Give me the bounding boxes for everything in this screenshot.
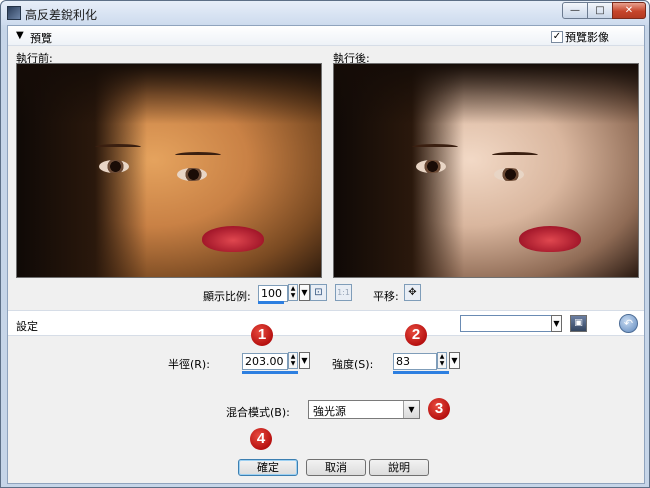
- lips: [202, 226, 264, 252]
- show-preview-checkbox[interactable]: ✓: [551, 31, 563, 43]
- save-preset-button[interactable]: ▣: [570, 315, 587, 332]
- step-badge-3: 3: [428, 398, 450, 420]
- blend-mode-select[interactable]: 強光源 ▼: [308, 400, 420, 419]
- pan-label: 平移:: [373, 290, 399, 303]
- hair-top-shadow: [17, 64, 321, 124]
- show-preview-label: 預覽影像: [565, 31, 609, 44]
- spin-up-icon[interactable]: ▲: [438, 353, 446, 360]
- left-brow: [95, 144, 141, 150]
- close-button[interactable]: ✕: [612, 2, 646, 19]
- dialog-client-area: ▼ 預覽 ✓ 預覽影像 執行前: 執行後: 顯示比例: 100 ▲ ▼ ▼ ⊡ …: [7, 25, 645, 484]
- strength-label: 強度(S):: [332, 358, 374, 371]
- app-icon: [7, 6, 21, 20]
- fit-to-window-icon: ⊡: [314, 287, 323, 298]
- ok-button[interactable]: 確定: [238, 459, 298, 476]
- radius-spinner[interactable]: ▲ ▼: [288, 352, 298, 369]
- blend-mode-label: 混合模式(B):: [226, 406, 290, 419]
- reset-icon: ↶: [623, 317, 634, 330]
- preview-header: ▼ 預覽 ✓ 預覽影像: [8, 26, 644, 46]
- maximize-button[interactable]: □: [587, 2, 613, 19]
- settings-label: 設定: [16, 320, 38, 333]
- save-icon: ▣: [574, 318, 583, 328]
- left-eye: [416, 160, 446, 173]
- radius-label: 半徑(R):: [168, 358, 210, 371]
- strength-input[interactable]: 83: [393, 353, 437, 370]
- spin-up-icon[interactable]: ▲: [289, 353, 297, 360]
- step-badge-1: 1: [251, 324, 273, 346]
- before-preview-image[interactable]: [16, 63, 322, 278]
- left-brow: [412, 144, 458, 150]
- lips: [519, 226, 581, 252]
- radius-underline: [242, 371, 298, 374]
- zoom-value: 100: [261, 287, 282, 300]
- reset-button[interactable]: ↶: [619, 314, 638, 333]
- spin-down-icon[interactable]: ▼: [289, 292, 297, 299]
- preset-dropdown-button[interactable]: ▼: [551, 315, 562, 332]
- actual-size-button[interactable]: 1:1: [335, 284, 352, 301]
- spin-down-icon[interactable]: ▼: [289, 360, 297, 367]
- zoom-dropdown-button[interactable]: ▼: [299, 284, 310, 301]
- right-brow: [492, 152, 538, 158]
- dialog-window: 高反差銳利化 — □ ✕ ▼ 預覽 ✓ 預覽影像 執行前: 執行後: 顯示比例:…: [0, 0, 650, 488]
- strength-value: 83: [396, 355, 410, 368]
- step-badge-4: 4: [250, 428, 272, 450]
- window-title: 高反差銳利化: [25, 8, 98, 22]
- settings-bar: 設定 ▼ ▣ ↶: [8, 310, 644, 336]
- zoom-label: 顯示比例:: [203, 290, 251, 303]
- step-badge-2: 2: [405, 324, 427, 346]
- radius-input[interactable]: 203.00: [242, 353, 288, 370]
- right-eye: [494, 168, 524, 181]
- preview-section-label[interactable]: 預覽: [30, 30, 52, 46]
- strength-underline: [393, 371, 449, 374]
- radius-slider-button[interactable]: ▼: [299, 352, 310, 369]
- right-brow: [175, 152, 221, 158]
- hair-top-shadow: [334, 64, 638, 124]
- left-eye: [99, 160, 129, 173]
- pan-button[interactable]: ✥: [404, 284, 421, 301]
- strength-slider-button[interactable]: ▼: [449, 352, 460, 369]
- minimize-button[interactable]: —: [562, 2, 588, 19]
- help-button[interactable]: 說明: [369, 459, 429, 476]
- preset-select[interactable]: ▼: [460, 315, 562, 332]
- cancel-button[interactable]: 取消: [306, 459, 366, 476]
- show-preview-toggle[interactable]: ✓ 預覽影像: [551, 29, 609, 45]
- title-bar[interactable]: 高反差銳利化 — □ ✕: [1, 1, 649, 25]
- fit-to-window-button[interactable]: ⊡: [310, 284, 327, 301]
- right-eye: [177, 168, 207, 181]
- collapse-preview-icon[interactable]: ▼: [16, 30, 24, 41]
- zoom-underline: [258, 301, 284, 304]
- spin-up-icon[interactable]: ▲: [289, 285, 297, 292]
- radius-value: 203.00: [245, 355, 284, 368]
- strength-spinner[interactable]: ▲ ▼: [437, 352, 447, 369]
- blend-mode-dropdown-icon[interactable]: ▼: [403, 401, 419, 418]
- blend-mode-value: 強光源: [313, 405, 346, 418]
- zoom-input[interactable]: 100: [258, 285, 288, 302]
- spin-down-icon[interactable]: ▼: [438, 360, 446, 367]
- after-preview-image[interactable]: [333, 63, 639, 278]
- zoom-spinner[interactable]: ▲ ▼: [288, 284, 298, 301]
